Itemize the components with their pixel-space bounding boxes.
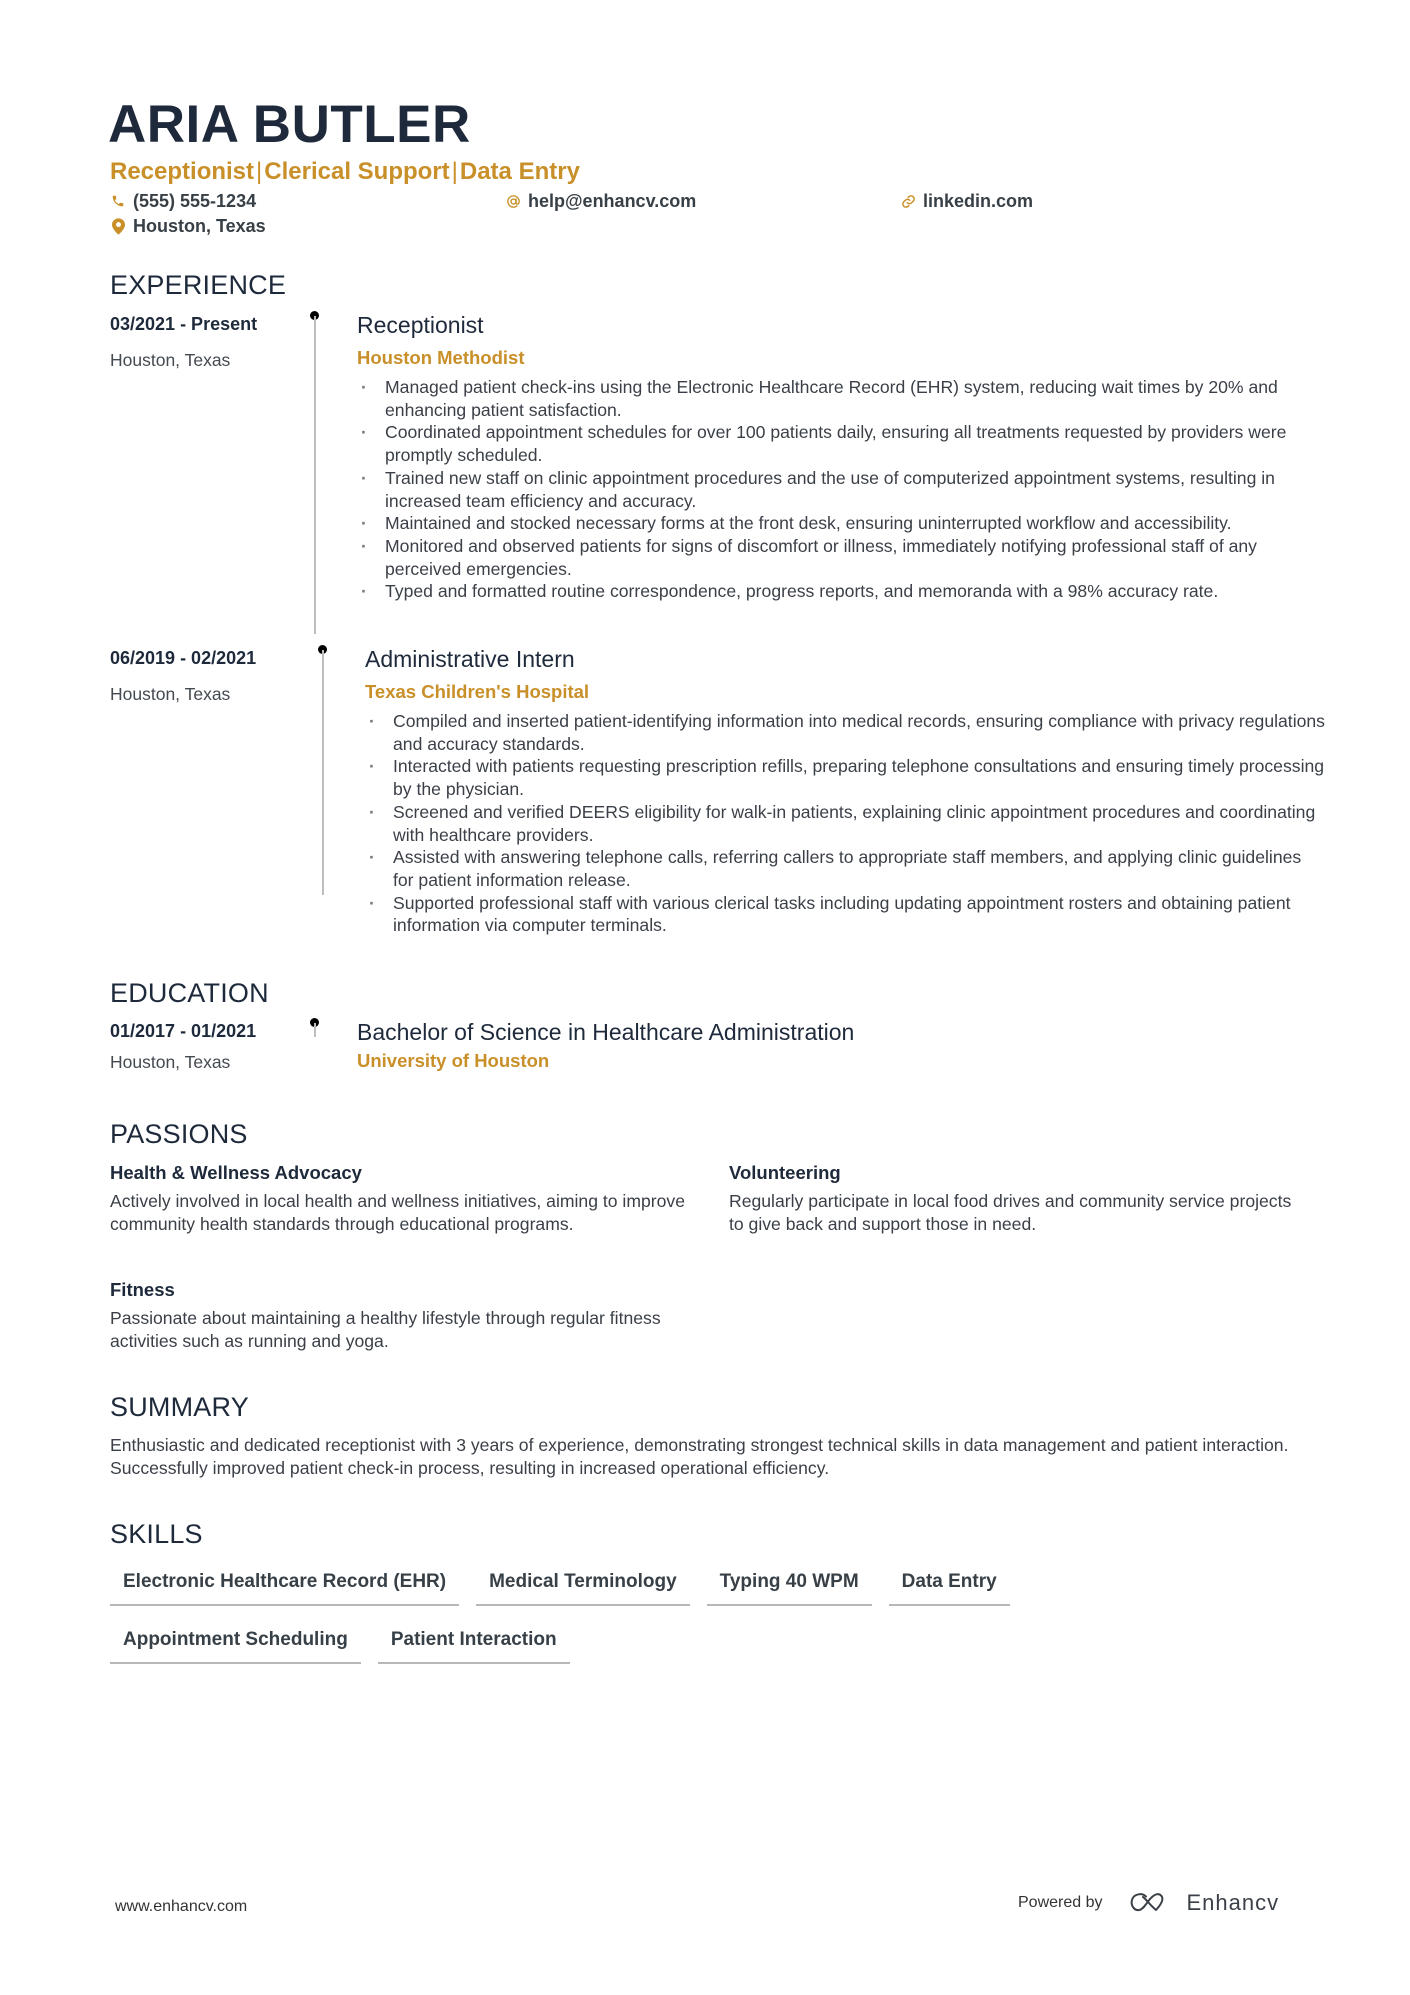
location-value: Houston, Texas bbox=[133, 216, 266, 236]
phone-value: (555) 555-1234 bbox=[133, 191, 257, 211]
bullet-item: Supported professional staff with variou… bbox=[365, 892, 1325, 937]
enhancv-logo: Enhancv bbox=[1129, 1890, 1280, 1916]
at-icon bbox=[505, 192, 521, 210]
location-pin-icon bbox=[110, 217, 126, 235]
timeline-line bbox=[314, 1023, 316, 1037]
bullet-item: Coordinated appointment schedules for ov… bbox=[357, 421, 1317, 466]
education-heading: EDUCATION bbox=[110, 978, 269, 1008]
experience-heading: EXPERIENCE bbox=[110, 270, 287, 300]
education-degree: Bachelor of Science in Healthcare Admini… bbox=[357, 1019, 855, 1045]
contact-linkedin[interactable]: linkedin.com bbox=[900, 190, 1033, 212]
passion-description: Regularly participate in local food driv… bbox=[729, 1191, 1292, 1234]
experience-company: Texas Children's Hospital bbox=[365, 681, 590, 702]
candidate-name: ARIA BUTLER bbox=[108, 95, 471, 154]
skills-row: Electronic Healthcare Record (EHR) Medic… bbox=[110, 1570, 1010, 1606]
link-icon bbox=[900, 192, 916, 210]
skill-tag: Data Entry bbox=[888, 1570, 1010, 1606]
bullet-item: Interacted with patients requesting pres… bbox=[365, 755, 1325, 800]
experience-location: Houston, Texas bbox=[110, 350, 231, 370]
bullet-item: Assisted with answering telephone calls,… bbox=[365, 846, 1325, 891]
education-location: Houston, Texas bbox=[110, 1052, 231, 1072]
skill-tag: Typing 40 WPM bbox=[706, 1570, 872, 1606]
candidate-titles: Receptionist|Clerical Support|Data Entry bbox=[110, 157, 580, 187]
passion-title: Volunteering bbox=[729, 1162, 841, 1183]
summary-text: Enthusiastic and dedicated receptionist … bbox=[110, 1435, 1289, 1478]
experience-role: Administrative Intern bbox=[365, 646, 575, 672]
skill-tag: Electronic Healthcare Record (EHR) bbox=[110, 1570, 460, 1606]
experience-dates: 06/2019 - 02/2021 bbox=[110, 648, 257, 668]
passion-description: Actively involved in local health and we… bbox=[110, 1191, 686, 1234]
bullet-item: Screened and verified DEERS eligibility … bbox=[365, 801, 1325, 846]
skill-tag: Appointment Scheduling bbox=[110, 1628, 361, 1664]
education-dates: 01/2017 - 01/2021 bbox=[110, 1021, 257, 1041]
passions-heading: PASSIONS bbox=[110, 1119, 248, 1149]
experience-company: Houston Methodist bbox=[357, 347, 525, 368]
resume-page: ARIA BUTLER Receptionist|Clerical Suppor… bbox=[0, 0, 1410, 1995]
contact-phone[interactable]: (555) 555-1234 bbox=[110, 190, 256, 212]
experience-dates: 03/2021 - Present bbox=[110, 314, 258, 334]
experience-bullets: Compiled and inserted patient-identifyin… bbox=[365, 710, 1325, 937]
passion-title: Fitness bbox=[110, 1279, 175, 1300]
passion-title: Health & Wellness Advocacy bbox=[110, 1162, 362, 1183]
skill-tag: Medical Terminology bbox=[476, 1570, 690, 1606]
experience-role: Receptionist bbox=[357, 312, 484, 338]
skill-tag: Patient Interaction bbox=[377, 1628, 570, 1664]
skills-row: Appointment Scheduling Patient Interacti… bbox=[110, 1628, 570, 1664]
experience-location: Houston, Texas bbox=[110, 684, 231, 704]
linkedin-value: linkedin.com bbox=[923, 191, 1034, 211]
brand-name: Enhancv bbox=[1186, 1890, 1280, 1915]
summary-heading: SUMMARY bbox=[110, 1392, 249, 1422]
timeline-line bbox=[322, 650, 324, 895]
title-separator: | bbox=[256, 158, 263, 185]
bullet-item: Maintained and stocked necessary forms a… bbox=[357, 512, 1317, 535]
education-school: University of Houston bbox=[357, 1050, 550, 1071]
email-value: help@enhancv.com bbox=[528, 191, 697, 211]
bullet-item: Monitored and observed patients for sign… bbox=[357, 535, 1317, 580]
bullet-item: Compiled and inserted patient-identifyin… bbox=[365, 710, 1325, 755]
powered-by-label: Powered by bbox=[1018, 1894, 1103, 1911]
phone-icon bbox=[110, 192, 126, 210]
bullet-item: Typed and formatted routine corresponden… bbox=[357, 580, 1317, 603]
footer-branding[interactable]: Powered by Enhancv bbox=[1018, 1890, 1279, 1916]
title-2: Clerical Support bbox=[264, 158, 450, 185]
passion-description: Passionate about maintaining a healthy l… bbox=[110, 1308, 661, 1351]
bullet-item: Managed patient check-ins using the Elec… bbox=[357, 376, 1317, 421]
title-3: Data Entry bbox=[459, 158, 580, 185]
title-separator: | bbox=[451, 158, 458, 185]
contact-email[interactable]: help@enhancv.com bbox=[505, 190, 696, 212]
skills-heading: SKILLS bbox=[110, 1519, 203, 1549]
enhancv-logo-icon bbox=[1130, 1893, 1163, 1912]
bullet-item: Trained new staff on clinic appointment … bbox=[357, 467, 1317, 512]
experience-bullets: Managed patient check-ins using the Elec… bbox=[357, 376, 1317, 603]
title-1: Receptionist bbox=[110, 158, 255, 185]
contact-location: Houston, Texas bbox=[110, 215, 266, 237]
footer-website-link[interactable]: www.enhancv.com bbox=[115, 1898, 247, 1916]
timeline-line bbox=[314, 316, 316, 634]
